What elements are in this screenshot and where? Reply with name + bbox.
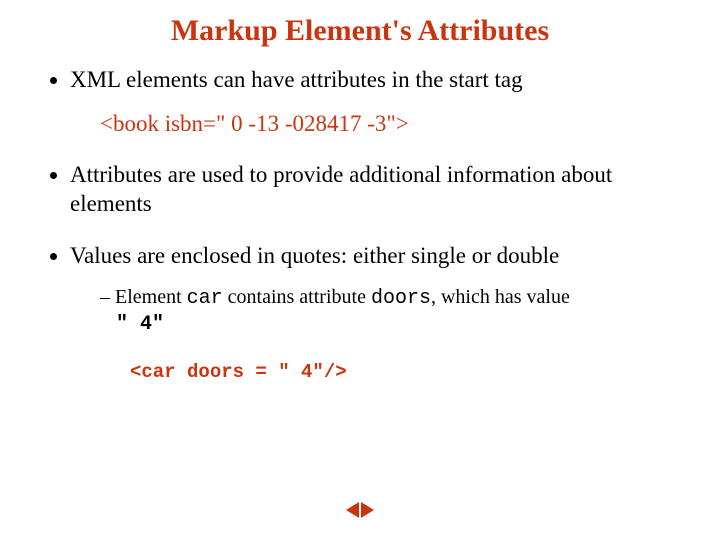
bullet-text: Values are enclosed in quotes: either si… — [70, 243, 559, 268]
code-inline-car: car — [187, 287, 223, 310]
sub-bullet-list: Element car contains attribute doors, wh… — [70, 285, 680, 337]
text-fragment: contains attribute — [223, 286, 371, 308]
sub-bullet-item: Element car contains attribute doors, wh… — [100, 285, 680, 337]
code-example-1: <book isbn=" 0 -13 -028417 -3"> — [0, 111, 720, 137]
bullet-item: Values are enclosed in quotes: either si… — [70, 242, 680, 337]
nav-controls — [346, 502, 374, 518]
bullet-list: XML elements can have attributes in the … — [0, 66, 720, 95]
code-inline-value: " 4" — [116, 313, 164, 336]
next-icon[interactable] — [361, 502, 374, 518]
bullet-list: Attributes are used to provide additiona… — [0, 161, 720, 337]
bullet-item: Attributes are used to provide additiona… — [70, 161, 680, 219]
text-fragment: , which has value — [431, 286, 570, 308]
slide: Markup Element's Attributes XML elements… — [0, 0, 720, 540]
code-example-2: <car doors = " 4"/> — [0, 361, 720, 383]
code-inline-doors: doors — [371, 287, 431, 310]
bullet-item: XML elements can have attributes in the … — [70, 66, 680, 95]
slide-title: Markup Element's Attributes — [0, 0, 720, 66]
text-fragment: Element — [115, 286, 187, 308]
prev-icon[interactable] — [346, 502, 359, 518]
